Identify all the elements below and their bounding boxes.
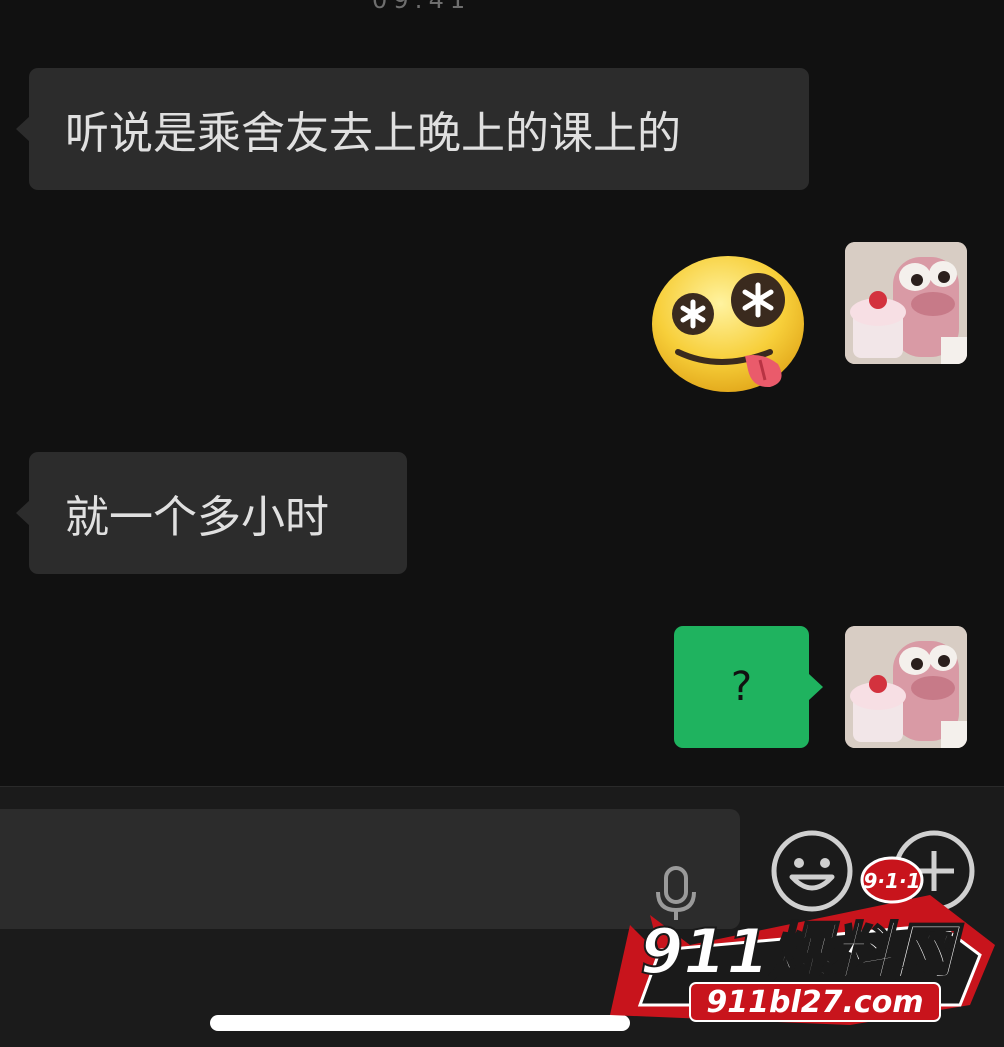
status-time: 09:41 [372, 0, 472, 14]
sticker-message[interactable] [650, 252, 810, 401]
message-bubble-incoming[interactable]: 听说是乘舍友去上晚上的课上的 [16, 68, 809, 190]
avatar-self[interactable] [845, 626, 967, 748]
message-text: 听说是乘舍友去上晚上的课上的 [65, 108, 681, 159]
watermark-url: 911bl27.com [706, 985, 923, 1020]
avatar-image [845, 626, 967, 748]
home-indicator[interactable] [210, 1015, 630, 1031]
message-text: 就一个多小时 [65, 492, 329, 543]
watermark-badge: 9·1·1 [864, 869, 921, 893]
message-bubble-outgoing[interactable]: ? [674, 626, 823, 748]
dizzy-tongue-emoji-sticker-icon [652, 256, 804, 392]
message-text: ? [730, 664, 753, 710]
watermark-logo: 9·1·1 911爆料网 911bl27.com [600, 855, 1000, 1039]
chat-screen: 09:41 听说是乘舍友去上晚上的课上的 就一个多小时 ? 9·1·1 911爆… [0, 0, 1004, 1047]
message-bubble-incoming[interactable]: 就一个多小时 [16, 452, 407, 574]
avatar-image [845, 242, 967, 364]
watermark-brand: 911爆料网 [640, 915, 964, 988]
avatar-self[interactable] [845, 242, 967, 364]
